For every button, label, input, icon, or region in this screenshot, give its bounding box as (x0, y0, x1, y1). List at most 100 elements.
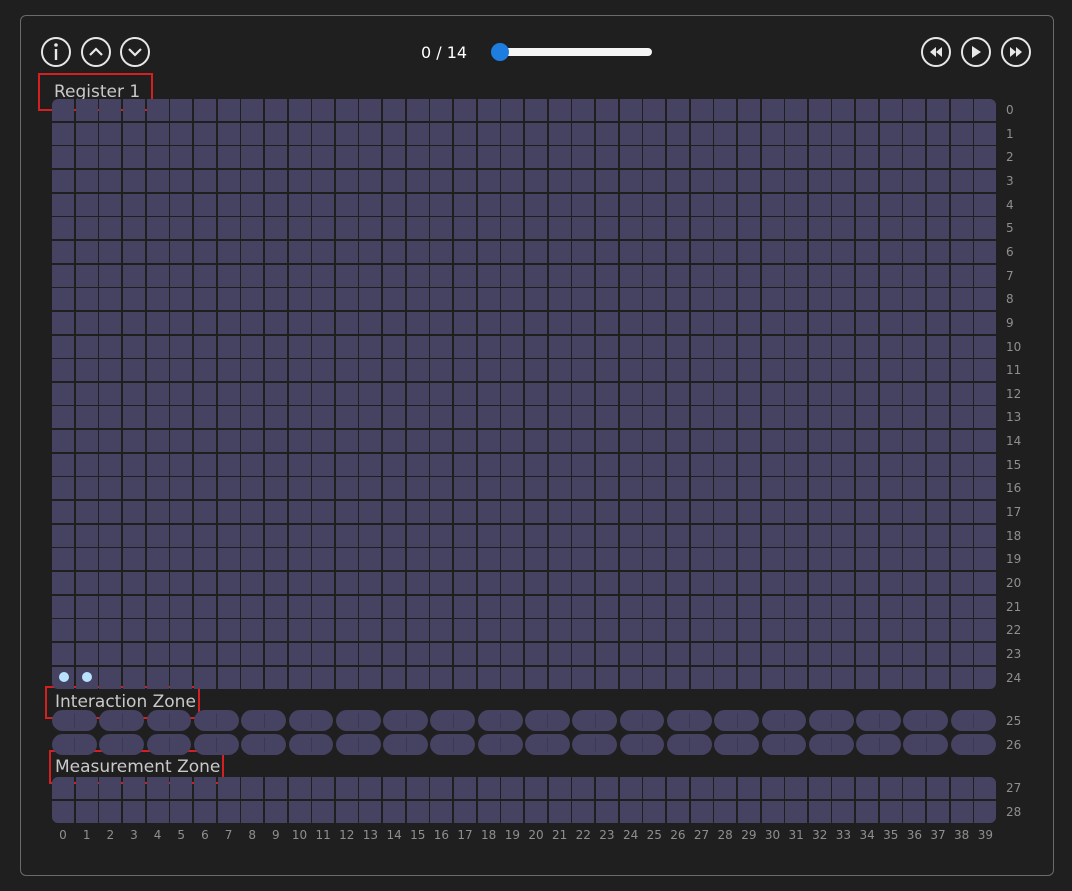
register-site (193, 430, 216, 453)
step-separator: / (431, 43, 447, 62)
register-site (572, 406, 595, 429)
slider-thumb[interactable] (491, 43, 509, 61)
interaction-site-seam (594, 713, 596, 729)
row-label: 11 (1006, 363, 1022, 378)
next-register-button[interactable] (120, 37, 150, 67)
register-site (288, 572, 311, 595)
register-site (927, 619, 950, 642)
register-site (903, 217, 926, 240)
register-site (974, 288, 997, 311)
register-site (430, 240, 453, 263)
measurement-site (548, 800, 571, 823)
register-site (785, 524, 808, 547)
register-site (288, 217, 311, 240)
register-site (737, 335, 760, 358)
register-site (264, 146, 287, 169)
play-button[interactable] (961, 37, 991, 67)
register-site (856, 619, 879, 642)
register-site (383, 572, 406, 595)
register-site (950, 619, 973, 642)
interaction-site-seam (831, 736, 833, 752)
measurement-site (525, 800, 548, 823)
column-label: 2 (106, 828, 115, 842)
register-site (903, 359, 926, 382)
register-site (903, 382, 926, 405)
register-site (572, 453, 595, 476)
register-site (808, 501, 831, 524)
fast-forward-button[interactable] (1001, 37, 1031, 67)
register-site (903, 99, 926, 122)
register-site (548, 169, 571, 192)
register-site (99, 240, 122, 263)
register-site (75, 595, 98, 618)
register-site (288, 406, 311, 429)
register-site (950, 382, 973, 405)
register-site (477, 642, 500, 665)
register-site (927, 548, 950, 571)
step-slider[interactable] (490, 43, 652, 61)
interaction-site-seam (121, 713, 123, 729)
register-site (430, 288, 453, 311)
interaction-site-seam (452, 736, 454, 752)
register-site (525, 288, 548, 311)
rewind-button[interactable] (921, 37, 951, 67)
register-site (903, 193, 926, 216)
register-site (217, 264, 240, 287)
register-site (264, 382, 287, 405)
register-site (950, 217, 973, 240)
register-site (170, 524, 193, 547)
register-site (430, 146, 453, 169)
register-site (761, 382, 784, 405)
register-site (288, 99, 311, 122)
register-site (383, 146, 406, 169)
register-site (525, 382, 548, 405)
register-site (879, 524, 902, 547)
register-site (643, 453, 666, 476)
register-site (430, 501, 453, 524)
register-site (430, 311, 453, 334)
register-site (170, 264, 193, 287)
register-site (477, 548, 500, 571)
info-button[interactable] (41, 37, 71, 67)
register-site (927, 288, 950, 311)
register-site (264, 524, 287, 547)
register-site (714, 240, 737, 263)
register-site (572, 122, 595, 145)
register-site (312, 122, 335, 145)
measurement-site (146, 777, 169, 800)
register-site (359, 311, 382, 334)
measurement-site (359, 777, 382, 800)
register-site (927, 642, 950, 665)
register-site (359, 359, 382, 382)
register-site (595, 264, 618, 287)
register-site (525, 146, 548, 169)
register-site (643, 548, 666, 571)
register-site (312, 619, 335, 642)
register-site (714, 595, 737, 618)
measurement-site (761, 800, 784, 823)
register-site (454, 217, 477, 240)
register-site (927, 501, 950, 524)
register-site (761, 619, 784, 642)
register-site (406, 572, 429, 595)
register-site (761, 666, 784, 689)
previous-register-button[interactable] (81, 37, 111, 67)
register-site (548, 264, 571, 287)
register-site (430, 193, 453, 216)
register-site (52, 335, 75, 358)
register-site (761, 548, 784, 571)
register-site (335, 288, 358, 311)
column-label: 19 (504, 828, 520, 842)
register-site (595, 642, 618, 665)
register-site (359, 524, 382, 547)
register-site (548, 146, 571, 169)
register-site (643, 477, 666, 500)
register-site (808, 193, 831, 216)
register-site (52, 642, 75, 665)
register-site (477, 619, 500, 642)
register-site (879, 311, 902, 334)
register-site (903, 122, 926, 145)
register-site (241, 217, 264, 240)
register-site (666, 217, 689, 240)
register-site (619, 311, 642, 334)
